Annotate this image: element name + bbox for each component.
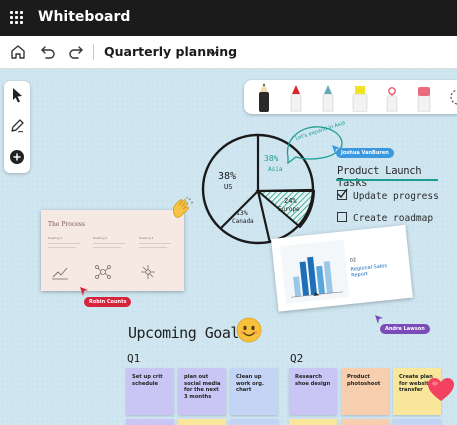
q2-label: Q2 <box>290 352 304 365</box>
sales-bar-chart-thumbnail <box>279 239 350 304</box>
tasks-underline <box>336 179 438 181</box>
title-bar: Whiteboard <box>0 0 457 36</box>
red-pen-icon[interactable] <box>284 82 308 112</box>
sticky-note[interactable]: plan out social media for the next 3 mon… <box>178 368 226 415</box>
hub-icon <box>141 265 155 279</box>
growth-chart-icon <box>52 267 68 280</box>
sticky-note[interactable] <box>230 419 278 425</box>
undo-icon[interactable] <box>38 42 58 62</box>
process-heading-3: Heading 3 <box>139 236 154 240</box>
lasso-tool-icon[interactable] <box>380 82 404 112</box>
task-item[interactable]: Update progress <box>337 188 439 202</box>
slice-asia-label: Asia <box>268 166 283 173</box>
black-pen-icon[interactable] <box>252 82 276 112</box>
sticky-note[interactable]: Product photoshoot <box>341 368 389 415</box>
process-title: The Process <box>48 221 85 228</box>
process-heading-2: Heading 2 <box>93 236 108 240</box>
top-toolbar: Quarterly planning <box>0 36 457 69</box>
task-label: Create roadmap <box>353 213 434 224</box>
collaborator-tag-joshua: Joshua VanBuren <box>336 148 394 158</box>
checkbox-icon[interactable] <box>337 212 347 222</box>
slice-canada-percent: 13% <box>236 209 248 217</box>
goals-title: Upcoming Goals <box>128 324 248 342</box>
network-icon <box>95 265 111 279</box>
sales-card-number: 02 <box>349 257 357 264</box>
slice-us-percent: 38% <box>218 171 236 182</box>
redo-icon[interactable] <box>66 42 86 62</box>
sticky-note[interactable]: Clean up work org. chart <box>230 368 278 415</box>
left-tool-panel <box>4 81 30 173</box>
ruler-icon[interactable] <box>446 82 457 112</box>
checkbox-checked-icon[interactable] <box>337 188 348 200</box>
q1-label: Q1 <box>127 352 141 365</box>
slice-us-label: US <box>224 183 232 191</box>
collaborator-tag-andre: Andre Lawson <box>380 324 430 334</box>
slice-canada-label: Canada <box>232 218 254 225</box>
sticky-note[interactable] <box>178 419 226 425</box>
pen-tray <box>244 80 457 114</box>
eraser-icon[interactable] <box>412 82 436 112</box>
app-title: Whiteboard <box>38 9 131 25</box>
slice-asia-percent: 38% <box>264 154 279 163</box>
sticky-note[interactable]: Set up crit schedule <box>126 368 174 415</box>
tasks-title: Product Launch Tasks <box>337 165 422 189</box>
yellow-highlighter-icon[interactable] <box>348 82 372 112</box>
home-icon[interactable] <box>8 42 28 62</box>
add-icon[interactable] <box>7 147 27 167</box>
sticky-note[interactable]: Research shoe design <box>289 368 337 415</box>
smiling-face-icon <box>236 317 262 343</box>
cursor-icon <box>375 315 383 324</box>
process-slide-card[interactable]: · The Process Heading 1 Heading 2 Headin… <box>41 210 184 291</box>
sticky-note[interactable] <box>341 419 389 425</box>
select-arrow-icon[interactable] <box>7 85 27 105</box>
cursor-icon <box>80 287 88 296</box>
sticky-note[interactable] <box>393 419 441 425</box>
pen-icon[interactable] <box>7 116 27 136</box>
sticky-note[interactable] <box>289 419 337 425</box>
slice-europe-percent: 24% <box>284 197 297 205</box>
app-launcher-icon[interactable] <box>10 11 24 25</box>
toolbar-divider <box>93 44 94 60</box>
collaborator-tag-robin: Robin Counts <box>84 297 132 307</box>
process-heading-1: Heading 1 <box>48 236 63 240</box>
sticky-note[interactable] <box>126 419 174 425</box>
chevron-down-icon[interactable] <box>203 42 223 62</box>
sales-report-slide-card[interactable]: 02 Regional Sales Report <box>271 224 413 312</box>
teal-pen-icon[interactable] <box>316 82 340 112</box>
sales-card-title: Regional Sales Report <box>350 263 388 279</box>
clapping-hands-icon <box>172 197 194 218</box>
heart-icon <box>428 378 454 401</box>
task-item[interactable]: Create roadmap <box>337 212 433 224</box>
slice-europe-label: Europe <box>278 206 300 213</box>
whiteboard-canvas[interactable]: 38% US 38% Asia 24% Europe 13% Canada Le… <box>0 69 457 425</box>
asia-annotation: Let's expand in Asia <box>295 120 346 142</box>
task-label: Update progress <box>353 191 439 202</box>
